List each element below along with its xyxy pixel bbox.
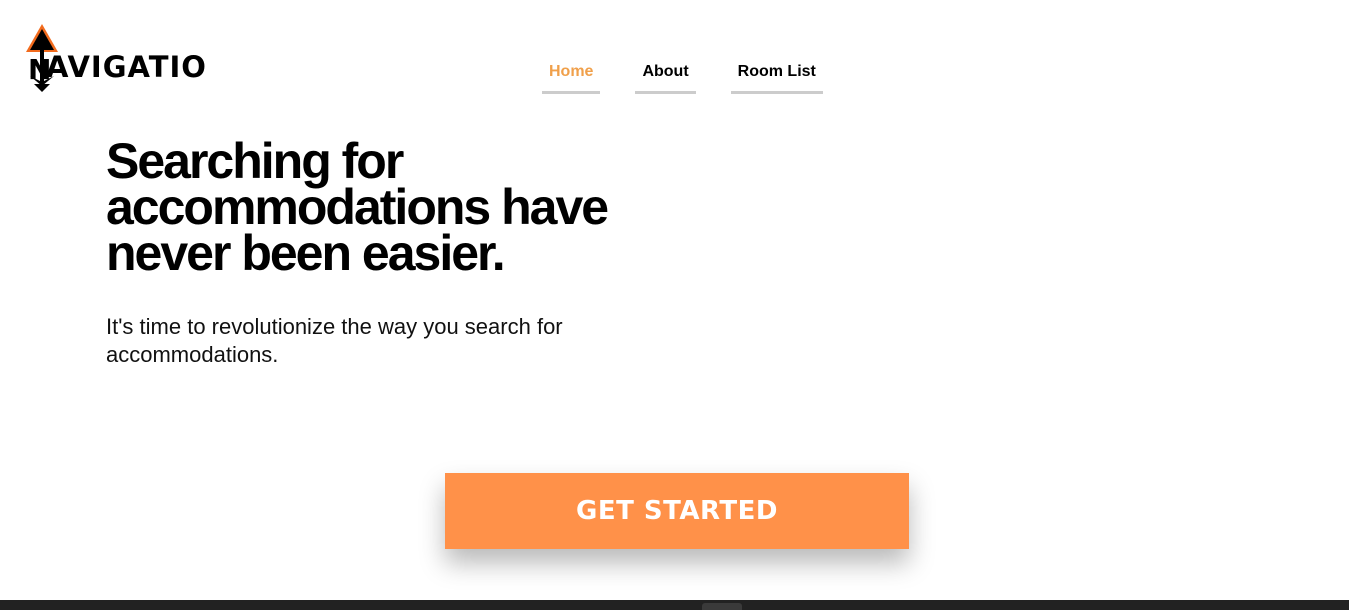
- footer-bar: [0, 600, 1349, 610]
- hero-subtitle: It's time to revolutionize the way you s…: [106, 314, 563, 367]
- main-nav: Home About Room List: [542, 58, 823, 94]
- footer-tab[interactable]: [702, 603, 742, 610]
- nav-item-home[interactable]: Home: [542, 58, 601, 94]
- nav-item-room-list[interactable]: Room List: [730, 58, 823, 94]
- brand-name: AVIGATIO: [46, 50, 207, 84]
- landing-page: N AVIGATIO Home About Room List Searchin…: [0, 0, 1349, 610]
- get-started-button[interactable]: GET STARTED: [445, 473, 909, 549]
- hero-title: Searching for accommodations have never …: [106, 133, 609, 281]
- nav-item-about[interactable]: About: [635, 58, 696, 94]
